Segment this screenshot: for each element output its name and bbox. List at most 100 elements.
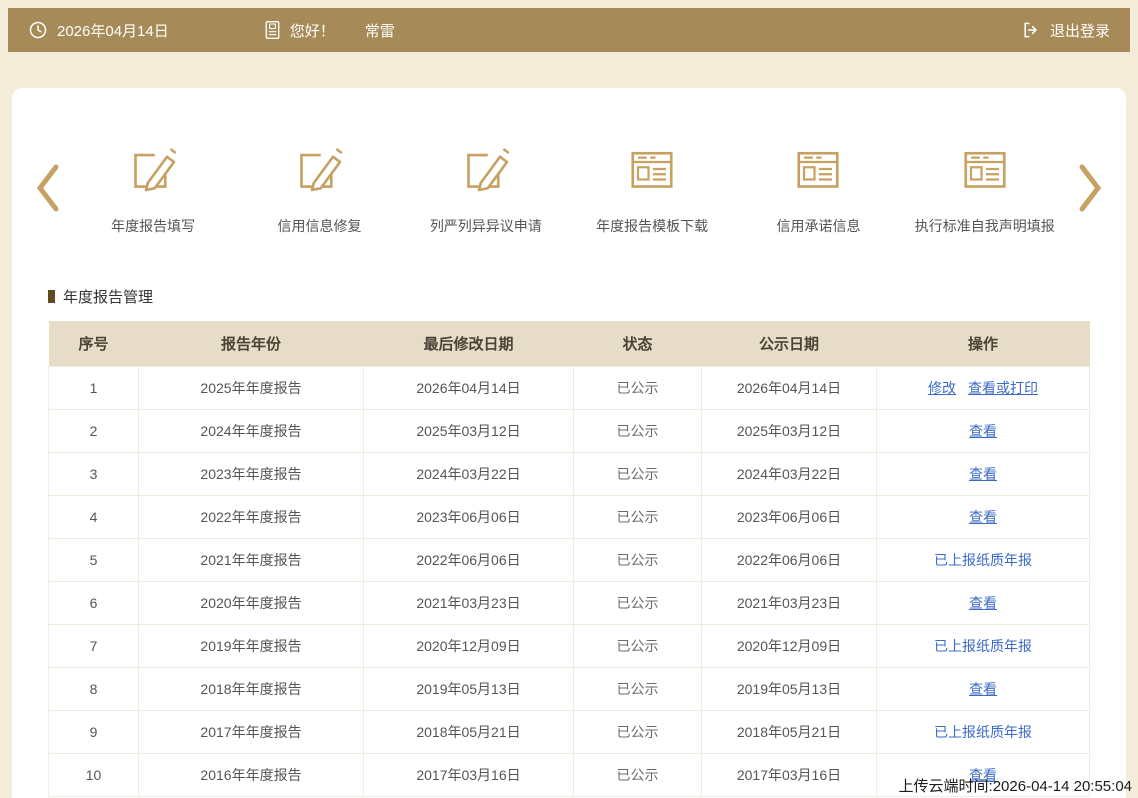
status-text: 已公示 [574, 452, 702, 495]
last-modified-date: 2020年12月09日 [364, 624, 574, 667]
report-year: 2019年年度报告 [139, 624, 364, 667]
publish-date: 2019年05月13日 [702, 667, 877, 710]
last-modified-date: 2018年05月21日 [364, 710, 574, 753]
publish-date: 2021年03月23日 [702, 581, 877, 624]
clock-icon [28, 20, 48, 40]
publish-date: 2018年05月21日 [702, 710, 877, 753]
column-header-status: 状态 [574, 321, 702, 366]
table-row: 72019年年度报告2020年12月09日已公示2020年12月09日已上报纸质… [49, 624, 1090, 667]
actions-cell: 查看 [877, 667, 1090, 710]
report-year: 2024年年度报告 [139, 409, 364, 452]
report-year: 2020年年度报告 [139, 581, 364, 624]
row-index: 4 [49, 495, 139, 538]
quick-action-label: 信用承诺信息 [776, 216, 860, 236]
quick-action-label: 年度报告填写 [111, 216, 195, 236]
action-link[interactable]: 查看 [969, 509, 997, 525]
publish-date: 2023年06月06日 [702, 495, 877, 538]
quick-action-credit-repair[interactable]: 信用信息修复 [237, 140, 402, 236]
chevron-left-icon [35, 162, 61, 214]
actions-cell: 查看 [877, 409, 1090, 452]
row-index: 6 [49, 581, 139, 624]
greeting-text: 您好！ [290, 20, 335, 41]
action-link[interactable]: 查看 [969, 595, 997, 611]
report-document-icon [789, 140, 847, 198]
publish-date: 2017年03月16日 [702, 753, 877, 796]
action-link[interactable]: 查看 [969, 466, 997, 482]
actions-cell: 已上报纸质年报 [877, 624, 1090, 667]
publish-date: 2025年03月12日 [702, 409, 877, 452]
row-index: 3 [49, 452, 139, 495]
table-row: 82018年年度报告2019年05月13日已公示2019年05月13日查看 [49, 667, 1090, 710]
paper-report-status-label: 已上报纸质年报 [934, 724, 1032, 740]
row-index: 7 [49, 624, 139, 667]
last-modified-date: 2017年03月16日 [364, 753, 574, 796]
action-link[interactable]: 查看 [969, 423, 997, 439]
row-index: 9 [49, 710, 139, 753]
date-display: 2026年04月14日 [28, 20, 169, 41]
action-link[interactable]: 修改 [928, 380, 956, 396]
quick-action-label: 列严列异异议申请 [430, 216, 542, 236]
main-panel: 年度报告填写 信用信息修复 [12, 88, 1126, 798]
status-text: 已公示 [574, 409, 702, 452]
table-row: 42022年年度报告2023年06月06日已公示2023年06月06日查看 [49, 495, 1090, 538]
column-header-year: 报告年份 [139, 321, 364, 366]
paper-report-status-label: 已上报纸质年报 [934, 638, 1032, 654]
report-year: 2025年年度报告 [139, 366, 364, 409]
status-text: 已公示 [574, 624, 702, 667]
column-header-index: 序号 [49, 321, 139, 366]
last-modified-date: 2019年05月13日 [364, 667, 574, 710]
actions-cell: 修改查看或打印 [877, 366, 1090, 409]
quick-action-annual-report-fill[interactable]: 年度报告填写 [71, 140, 236, 236]
table-row: 62020年年度报告2021年03月23日已公示2021年03月23日查看 [49, 581, 1090, 624]
report-year: 2023年年度报告 [139, 452, 364, 495]
upload-time-overlay: 上传云端时间:2026-04-14 20:55:04 [899, 775, 1132, 796]
report-document-icon [623, 140, 681, 198]
publish-date: 2020年12月09日 [702, 624, 877, 667]
topbar: 2026年04月14日 您好！ 常雷 退出登录 [8, 8, 1130, 52]
quick-action-credit-commitment[interactable]: 信用承诺信息 [736, 140, 901, 236]
last-modified-date: 2023年06月06日 [364, 495, 574, 538]
last-modified-date: 2025年03月12日 [364, 409, 574, 452]
row-index: 2 [49, 409, 139, 452]
section-bullet-icon [48, 290, 55, 303]
carousel-next-button[interactable] [1068, 162, 1112, 214]
paper-report-status-label: 已上报纸质年报 [934, 552, 1032, 568]
status-text: 已公示 [574, 753, 702, 796]
table-header-row: 序号 报告年份 最后修改日期 状态 公示日期 操作 [49, 321, 1090, 366]
username: 常雷 [365, 20, 395, 41]
status-text: 已公示 [574, 710, 702, 753]
section-title-text: 年度报告管理 [63, 286, 153, 307]
last-modified-date: 2021年03月23日 [364, 581, 574, 624]
user-greeting: 您好！ [264, 20, 335, 41]
row-index: 1 [49, 366, 139, 409]
column-header-modified: 最后修改日期 [364, 321, 574, 366]
quick-action-objection-apply[interactable]: 列严列异异议申请 [403, 140, 568, 236]
current-date: 2026年04月14日 [57, 20, 169, 41]
row-index: 10 [49, 753, 139, 796]
quick-action-label: 信用信息修复 [277, 216, 361, 236]
report-year: 2017年年度报告 [139, 710, 364, 753]
actions-cell: 查看 [877, 452, 1090, 495]
actions-cell: 查看 [877, 495, 1090, 538]
annual-report-table: 序号 报告年份 最后修改日期 状态 公示日期 操作 12025年年度报告2026… [48, 321, 1090, 797]
last-modified-date: 2024年03月22日 [364, 452, 574, 495]
carousel-prev-button[interactable] [26, 162, 70, 214]
report-year: 2016年年度报告 [139, 753, 364, 796]
status-text: 已公示 [574, 581, 702, 624]
action-link[interactable]: 查看或打印 [968, 380, 1038, 396]
quick-action-template-download[interactable]: 年度报告模板下载 [570, 140, 735, 236]
status-text: 已公示 [574, 538, 702, 581]
table-row: 12025年年度报告2026年04月14日已公示2026年04月14日修改查看或… [49, 366, 1090, 409]
quick-action-self-declaration[interactable]: 执行标准自我声明填报 [902, 140, 1067, 236]
form-pencil-icon [457, 140, 515, 198]
table-row: 52021年年度报告2022年06月06日已公示2022年06月06日已上报纸质… [49, 538, 1090, 581]
publish-date: 2024年03月22日 [702, 452, 877, 495]
id-badge-icon [264, 20, 281, 40]
form-pencil-icon [290, 140, 348, 198]
table-body: 12025年年度报告2026年04月14日已公示2026年04月14日修改查看或… [49, 366, 1090, 796]
action-link[interactable]: 查看 [969, 681, 997, 697]
last-modified-date: 2022年06月06日 [364, 538, 574, 581]
logout-button[interactable]: 退出登录 [1021, 20, 1110, 41]
status-text: 已公示 [574, 667, 702, 710]
column-header-publish: 公示日期 [702, 321, 877, 366]
